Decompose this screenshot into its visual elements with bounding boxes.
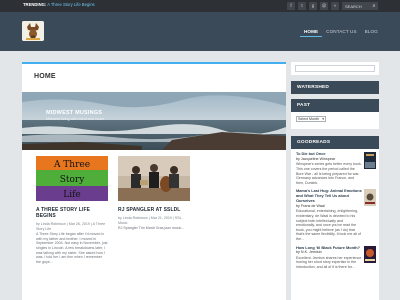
post-excerpt: RJ Spangler Trio Mardi Gras jazz music..…	[118, 226, 185, 231]
post-thumbnail[interactable]	[118, 156, 190, 201]
book-cover[interactable]	[364, 189, 376, 207]
trending-link[interactable]: A Three Story Life Begins	[47, 2, 94, 7]
sidebar-goodreads-widget: GOODREADS To Die but Once by Jacqueline …	[291, 136, 379, 300]
book-review: Educational, entertaining, enlightening,…	[296, 209, 361, 241]
thumb-text-line-3: Life	[63, 190, 81, 200]
trending-label: TRENDING:	[23, 2, 47, 7]
facebook-icon[interactable]: f	[287, 2, 295, 10]
goodreads-heading: GOODREADS	[291, 136, 379, 149]
book-author: by Frans de Waal	[296, 203, 325, 208]
hero-title: MIDWEST MUSINGS	[46, 110, 103, 116]
google-plus-icon[interactable]: g	[309, 2, 317, 10]
site-logo[interactable]	[22, 21, 44, 41]
goodreads-list: To Die but Once by Jacqueline Winspear W…	[296, 151, 376, 274]
book-title[interactable]: Mama's Last Hug: Animal Emotions and Wha…	[296, 188, 362, 203]
page-title: HOME	[34, 73, 56, 80]
main-nav: HOME CONTACT US BLOG	[300, 27, 382, 37]
book-cover[interactable]	[364, 152, 376, 169]
book-review: Excellent. Jemisin shares her experience…	[296, 255, 362, 270]
thumb-text-line-2: Story	[60, 175, 86, 185]
post-thumbnail[interactable]: A Three Story Life	[36, 156, 108, 201]
nav-home[interactable]: HOME	[300, 27, 323, 37]
goodreads-item: How Long 'til Black Future Month? by N.K…	[296, 245, 376, 270]
post-card[interactable]: A Three Story Life A THREE STORY LIFE BE…	[36, 156, 108, 264]
site-header: HOME CONTACT US BLOG	[0, 12, 400, 51]
post-excerpt: A Three Story Life began after I'd moved…	[36, 232, 108, 264]
watershed-heading: WATERSHED	[291, 81, 379, 94]
email-icon[interactable]: @	[320, 2, 328, 10]
sidebar-search-input[interactable]	[295, 65, 375, 72]
chevron-down-icon: ▾	[322, 117, 324, 121]
archive-select-value: Select Month	[298, 117, 319, 121]
thumb-text-line-1: A Three	[53, 160, 90, 170]
twitter-icon[interactable]: t	[298, 2, 306, 10]
post-title[interactable]: A THREE STORY LIFE BEGINS	[36, 207, 108, 219]
post-meta: by Linda Robinson | Mar 26, 2019 | A Thr…	[36, 222, 106, 231]
search-icon[interactable]: ⌕	[370, 2, 378, 10]
search-box: ⌕	[342, 2, 378, 10]
book-cover[interactable]	[364, 245, 376, 263]
archive-month-select[interactable]: Select Month ▾	[296, 116, 326, 122]
nav-contact-us[interactable]: CONTACT US	[322, 27, 360, 37]
book-author: by Jacqueline Winspear	[296, 156, 336, 161]
social-links: f t g @ »	[287, 2, 339, 10]
trending-ticker[interactable]: TRENDING: A Three Story Life Begins	[23, 2, 95, 7]
book-review: Winspear's series gets better every book…	[296, 162, 362, 185]
hero-banner[interactable]: MIDWEST MUSINGS Midwest living with mind…	[22, 92, 286, 150]
book-author: by N.K. Jemisin	[296, 250, 322, 255]
nav-blog[interactable]: BLOG	[361, 27, 382, 37]
rss-icon[interactable]: »	[331, 2, 339, 10]
post-meta: by Linda Robinson | Mar 21, 2019 | SSL, …	[118, 216, 183, 225]
sidebar-archive-widget: PAST Select Month ▾	[291, 99, 379, 129]
sidebar-watershed-widget: WATERSHED	[291, 81, 379, 94]
search-input[interactable]	[342, 2, 370, 10]
hero-subtitle: Midwest living with mind and heart	[46, 117, 104, 121]
top-bar: TRENDING: A Three Story Life Begins f t …	[0, 0, 400, 12]
past-heading: PAST	[291, 99, 379, 112]
post-card[interactable]: RJ SPANGLER AT SSLDL by Linda Robinson |…	[118, 156, 190, 231]
goodreads-item: Mama's Last Hug: Animal Emotions and Wha…	[296, 188, 376, 241]
goodreads-item: To Die but Once by Jacqueline Winspear W…	[296, 151, 376, 185]
sidebar-search-widget	[291, 62, 379, 75]
post-title[interactable]: RJ SPANGLER AT SSLDL	[118, 207, 190, 213]
main-content: HOME MIDWEST MUSINGS Midwest living with…	[22, 62, 286, 300]
